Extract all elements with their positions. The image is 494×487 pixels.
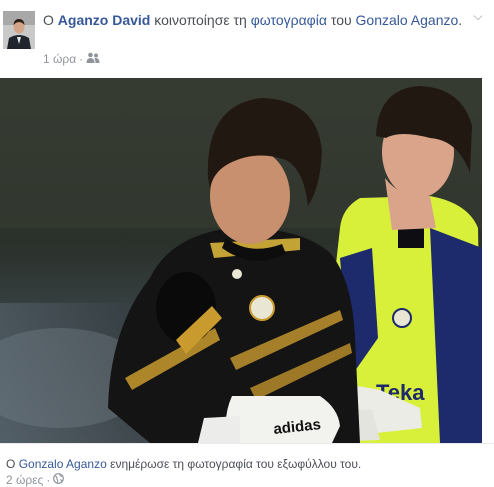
meta-separator: · — [79, 52, 84, 66]
shared-post-info: Ο Gonzalo Aganzo ενημέρωσε τη φωτογραφία… — [0, 443, 494, 487]
headline-prefix: Ο — [43, 12, 54, 28]
cover-photo[interactable]: Teka adidas — [0, 78, 482, 443]
post-timestamp[interactable]: 1 ώρα — [43, 52, 76, 66]
headline-action: κοινοποίησε τη — [154, 12, 247, 28]
author-link[interactable]: Aganzo David — [58, 12, 151, 28]
avatar[interactable] — [3, 11, 35, 49]
post-options-button[interactable]: ⌵ — [470, 8, 486, 24]
photo-gutter — [482, 78, 494, 443]
globe-icon[interactable] — [53, 473, 65, 487]
shared-action: ενημέρωσε τη φωτογραφία του εξωφύλλου το… — [110, 457, 362, 471]
post-header: Ο Aganzo David κοινοποίησε τη φωτογραφία… — [0, 0, 494, 78]
shared-post-headline: Ο Gonzalo Aganzo ενημέρωσε τη φωτογραφία… — [6, 456, 361, 472]
shared-meta-separator: · — [46, 473, 51, 487]
photo-link[interactable]: φωτογραφία — [251, 12, 327, 28]
chevron-down-icon: ⌵ — [473, 9, 483, 23]
post-meta: 1 ώρα · — [43, 52, 100, 66]
shared-timestamp[interactable]: 2 ώρες — [6, 473, 43, 487]
shared-post-meta: 2 ώρες · — [6, 473, 65, 487]
post-headline: Ο Aganzo David κοινοποίησε τη φωτογραφία… — [43, 10, 463, 30]
owner-link[interactable]: Gonzalo Aganzo — [356, 12, 459, 28]
shared-author-link[interactable]: Gonzalo Aganzo — [19, 457, 107, 471]
friends-icon[interactable] — [86, 52, 100, 66]
shared-prefix: Ο — [6, 457, 16, 471]
cover-photo-image: Teka adidas — [0, 78, 482, 443]
headline-suffix: . — [458, 12, 463, 28]
headline-owner-prefix: του — [330, 12, 352, 28]
profile-picture — [3, 11, 35, 49]
